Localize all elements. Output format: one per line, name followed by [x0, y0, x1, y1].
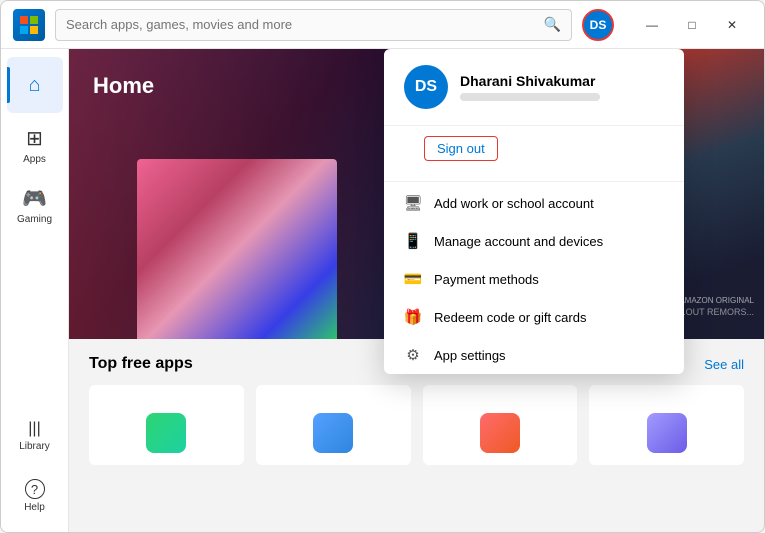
payment-methods-item[interactable]: 💳 Payment methods	[384, 260, 684, 298]
dropdown-user-bar	[460, 93, 600, 101]
app-window: 🔍 DS — □ ✕ ⌂ ⊞ Apps 🎮 Gaming |||	[0, 0, 765, 533]
add-work-account-label: Add work or school account	[434, 196, 594, 211]
search-bar[interactable]: 🔍	[55, 9, 572, 41]
account-dropdown: DS Dharani Shivakumar Sign out 🖥 Add wor…	[384, 49, 684, 374]
redeem-code-label: Redeem code or gift cards	[434, 310, 586, 325]
add-work-account-icon: 🖥	[404, 194, 422, 212]
search-icon: 🔍	[544, 16, 561, 33]
redeem-code-item[interactable]: 🎁 Redeem code or gift cards	[384, 298, 684, 336]
maximize-button[interactable]: □	[672, 9, 712, 41]
user-account-button[interactable]: DS	[582, 9, 614, 41]
search-input[interactable]	[66, 17, 536, 32]
payment-methods-label: Payment methods	[434, 272, 539, 287]
manage-account-item[interactable]: 📱 Manage account and devices	[384, 222, 684, 260]
manage-account-label: Manage account and devices	[434, 234, 603, 249]
redeem-code-icon: 🎁	[404, 308, 422, 326]
titlebar: 🔍 DS — □ ✕	[1, 1, 764, 49]
sign-out-button[interactable]: Sign out	[424, 136, 498, 161]
divider-1	[384, 181, 684, 182]
dropdown-header: DS Dharani Shivakumar	[384, 49, 684, 126]
minimize-button[interactable]: —	[632, 9, 672, 41]
app-settings-item[interactable]: ⚙ App settings	[384, 336, 684, 374]
app-logo	[13, 9, 45, 41]
close-button[interactable]: ✕	[712, 9, 752, 41]
dropdown-overlay: DS Dharani Shivakumar Sign out 🖥 Add wor…	[1, 49, 764, 532]
app-settings-icon: ⚙	[404, 346, 422, 364]
payment-methods-icon: 💳	[404, 270, 422, 288]
window-controls: — □ ✕	[632, 9, 752, 41]
dropdown-avatar: DS	[404, 65, 448, 109]
manage-account-icon: 📱	[404, 232, 422, 250]
main-layout: ⌂ ⊞ Apps 🎮 Gaming ||| Library ? Help	[1, 49, 764, 532]
add-work-account-item[interactable]: 🖥 Add work or school account	[384, 184, 684, 222]
dropdown-user-info: Dharani Shivakumar	[460, 73, 664, 101]
app-settings-label: App settings	[434, 348, 506, 363]
dropdown-user-name: Dharani Shivakumar	[460, 73, 664, 89]
